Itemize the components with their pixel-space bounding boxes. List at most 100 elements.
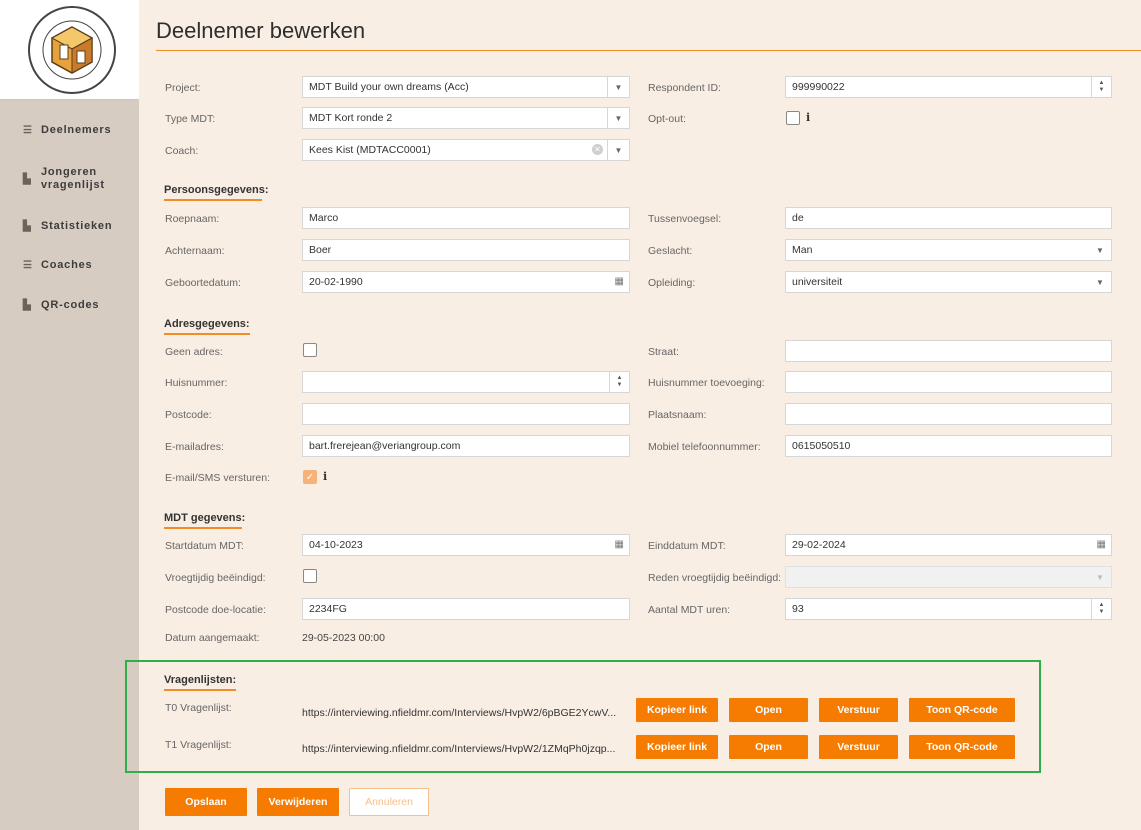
- opt-out-label: Opt-out:: [648, 113, 686, 125]
- chart-icon: ▙: [23, 220, 32, 232]
- cancel-button[interactable]: Annuleren: [349, 788, 429, 816]
- chevron-down-icon[interactable]: ▼: [1089, 567, 1111, 587]
- einddatum-label: Einddatum MDT:: [648, 540, 726, 552]
- mobiel-label: Mobiel telefoonnummer:: [648, 441, 761, 453]
- chevron-down-icon[interactable]: ▼: [607, 108, 629, 128]
- einddatum-input[interactable]: 29-02-2024 ▦: [785, 534, 1112, 556]
- geboortedatum-label: Geboortedatum:: [165, 277, 241, 289]
- aantal-uren-label: Aantal MDT uren:: [648, 604, 731, 616]
- geslacht-select[interactable]: Man ▼: [785, 239, 1112, 261]
- t1-show-qr-button[interactable]: Toon QR-code: [909, 735, 1015, 759]
- chart-icon: ▙: [23, 173, 32, 185]
- achternaam-input[interactable]: Boer: [302, 239, 630, 261]
- datum-aangemaakt-value: 29-05-2023 00:00: [302, 632, 385, 644]
- section-underline: [164, 527, 242, 529]
- section-underline: [164, 333, 250, 335]
- roepnaam-input[interactable]: Marco: [302, 207, 630, 229]
- type-mdt-value: MDT Kort ronde 2: [309, 112, 393, 124]
- sidebar-item-label: QR-codes: [41, 298, 100, 311]
- tussenvoegsel-value: de: [792, 212, 804, 224]
- huisnummer-toevoeging-label: Huisnummer toevoeging:: [648, 377, 765, 389]
- t1-send-button[interactable]: Verstuur: [819, 735, 898, 759]
- roepnaam-value: Marco: [309, 212, 339, 224]
- geboortedatum-input[interactable]: 20-02-1990 ▦: [302, 271, 630, 293]
- opleiding-label: Opleiding:: [648, 277, 696, 289]
- reden-label: Reden vroegtijdig beëindigd:: [648, 572, 782, 584]
- email-label: E-mailadres:: [165, 441, 224, 453]
- coach-label: Coach:: [165, 145, 199, 157]
- achternaam-label: Achternaam:: [165, 245, 225, 257]
- chevron-down-icon[interactable]: ▼: [1089, 272, 1111, 292]
- sidebar-item-label: Statistieken: [41, 219, 113, 232]
- project-label: Project:: [165, 82, 201, 94]
- postcode-input[interactable]: [302, 403, 630, 425]
- geen-adres-checkbox[interactable]: [303, 343, 317, 357]
- t0-copy-link-button[interactable]: Kopieer link: [636, 698, 718, 722]
- aantal-uren-input[interactable]: 93 ▲ ▼: [785, 598, 1112, 620]
- project-select[interactable]: MDT Build your own dreams (Acc) ▼: [302, 76, 630, 98]
- einddatum-value: 29-02-2024: [792, 539, 846, 551]
- project-value: MDT Build your own dreams (Acc): [309, 81, 469, 93]
- coach-value: Kees Kist (MDTACC0001): [309, 144, 431, 156]
- info-icon[interactable]: i: [806, 111, 810, 124]
- spinner-icon[interactable]: ▲ ▼: [609, 372, 629, 392]
- clear-icon[interactable]: ✕: [592, 144, 603, 155]
- t0-send-button[interactable]: Verstuur: [819, 698, 898, 722]
- coach-select[interactable]: Kees Kist (MDTACC0001) ✕ ▼: [302, 139, 630, 161]
- spinner-icon[interactable]: ▲ ▼: [1091, 77, 1111, 97]
- save-button[interactable]: Opslaan: [165, 788, 247, 816]
- sidebar-item-qr-codes[interactable]: ▙ QR-codes: [0, 295, 139, 315]
- chevron-down-icon[interactable]: ▼: [607, 140, 629, 160]
- page-title: Deelnemer bewerken: [156, 18, 366, 43]
- roepnaam-label: Roepnaam:: [165, 213, 220, 225]
- t1-vragenlijst-url: https://interviewing.nfieldmr.com/Interv…: [302, 743, 616, 755]
- sidebar-item-jongeren-vragenlijst[interactable]: ▙ Jongeren vragenlijst: [0, 164, 139, 194]
- email-input[interactable]: bart.frerejean@veriangroup.com: [302, 435, 630, 457]
- plaatsnaam-input[interactable]: [785, 403, 1112, 425]
- chevron-down-icon[interactable]: ▼: [607, 77, 629, 97]
- huisnummer-input[interactable]: ▲ ▼: [302, 371, 630, 393]
- geen-adres-label: Geen adres:: [165, 346, 223, 358]
- tussenvoegsel-input[interactable]: de: [785, 207, 1112, 229]
- t0-open-button[interactable]: Open: [729, 698, 808, 722]
- email-sms-checkbox[interactable]: ✓: [303, 470, 317, 484]
- opleiding-value: universiteit: [792, 276, 843, 288]
- logo-area: [0, 0, 139, 100]
- t0-vragenlijst-label: T0 Vragenlijst:: [165, 702, 232, 714]
- huisnummer-toevoeging-input[interactable]: [785, 371, 1112, 393]
- sidebar-item-deelnemers[interactable]: ☰ Deelnemers: [0, 120, 139, 140]
- startdatum-input[interactable]: 04-10-2023 ▦: [302, 534, 630, 556]
- t1-open-button[interactable]: Open: [729, 735, 808, 759]
- vroegtijdig-label: Vroegtijdig beëindigd:: [165, 572, 266, 584]
- list-icon: ☰: [23, 124, 33, 136]
- t0-show-qr-button[interactable]: Toon QR-code: [909, 698, 1015, 722]
- sidebar: ☰ Deelnemers ▙ Jongeren vragenlijst ▙ St…: [0, 0, 139, 830]
- calendar-icon[interactable]: ▦: [1097, 539, 1106, 550]
- geslacht-value: Man: [792, 244, 813, 256]
- startdatum-label: Startdatum MDT:: [165, 540, 244, 552]
- email-sms-label: E-mail/SMS versturen:: [165, 472, 271, 484]
- sidebar-item-statistieken[interactable]: ▙ Statistieken: [0, 216, 139, 236]
- respondent-id-value: 999990022: [792, 81, 845, 93]
- postcode-doe-value: 2234FG: [309, 603, 347, 615]
- reden-select[interactable]: ▼: [785, 566, 1112, 588]
- opt-out-checkbox[interactable]: [786, 111, 800, 125]
- vroegtijdig-checkbox[interactable]: [303, 569, 317, 583]
- straat-input[interactable]: [785, 340, 1112, 362]
- chevron-down-icon[interactable]: ▼: [1089, 240, 1111, 260]
- postcode-doe-input[interactable]: 2234FG: [302, 598, 630, 620]
- mobiel-value: 0615050510: [792, 440, 851, 452]
- t1-copy-link-button[interactable]: Kopieer link: [636, 735, 718, 759]
- mobiel-input[interactable]: 0615050510: [785, 435, 1112, 457]
- calendar-icon[interactable]: ▦: [615, 539, 624, 550]
- spinner-icon[interactable]: ▲ ▼: [1091, 599, 1111, 619]
- respondent-id-input[interactable]: 999990022 ▲ ▼: [785, 76, 1112, 98]
- info-icon[interactable]: i: [323, 470, 327, 483]
- type-mdt-select[interactable]: MDT Kort ronde 2 ▼: [302, 107, 630, 129]
- geslacht-label: Geslacht:: [648, 245, 693, 257]
- delete-button[interactable]: Verwijderen: [257, 788, 339, 816]
- sidebar-item-coaches[interactable]: ☰ Coaches: [0, 255, 139, 275]
- opleiding-select[interactable]: universiteit ▼: [785, 271, 1112, 293]
- calendar-icon[interactable]: ▦: [615, 276, 624, 287]
- section-heading-vragenlijsten: Vragenlijsten:: [164, 674, 237, 686]
